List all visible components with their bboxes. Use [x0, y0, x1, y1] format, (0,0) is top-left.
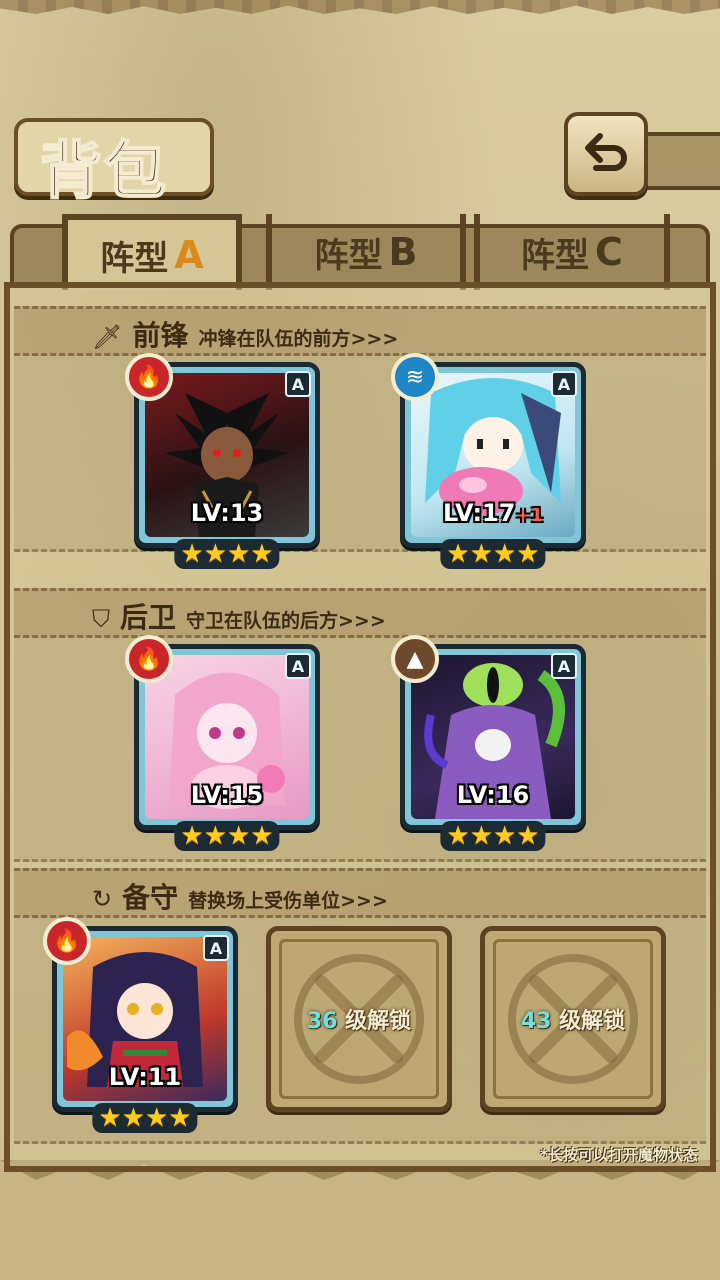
back-arrow-icon [585, 133, 627, 171]
star-rating: ★★★★ [440, 539, 546, 569]
tab-letter: B [388, 230, 418, 274]
shield-icon: ⛉ [92, 605, 110, 633]
unit-portrait: LV:13 [145, 373, 309, 537]
back-button-tail [640, 132, 720, 190]
unit-level: LV:13 [190, 499, 264, 527]
unit-portrait: LV:16 [411, 655, 575, 819]
tab-letter: A [174, 233, 204, 277]
rank-badge: A [285, 653, 311, 679]
star-rating: ★★★★ [92, 1103, 198, 1133]
unit-portrait: LV:11 [63, 937, 227, 1101]
section-title: 前锋 [132, 319, 189, 352]
unit-level: LV:11 [108, 1063, 182, 1091]
fire-element-icon: 🔥 [43, 917, 91, 965]
swap-icon: ↻ [92, 885, 113, 913]
fire-element-icon: 🔥 [125, 635, 173, 683]
section-desc: 守卫在队伍的后方>>> [186, 610, 386, 632]
tab-formation-b[interactable]: 阵型 B [266, 214, 466, 290]
tab-label: 阵型 [314, 235, 383, 276]
locked-slot[interactable]: 43 级解锁 [480, 926, 666, 1112]
unit-card[interactable]: ≋ A LV:17+1 ★★★★ [391, 353, 586, 569]
section-front-header: 🗡 前锋 冲锋在队伍的前方>>> [92, 314, 398, 354]
tab-formation-a[interactable]: 阵型 A [62, 214, 242, 290]
tab-label: 阵型 [100, 238, 169, 279]
earth-element-icon: ▲ [391, 635, 439, 683]
page-title: 背包 [39, 133, 169, 208]
sword-icon: 🗡 [92, 323, 123, 351]
rank-badge: A [203, 935, 229, 961]
section-desc: 替换场上受伤单位>>> [188, 890, 388, 912]
fire-element-icon: 🔥 [125, 353, 173, 401]
long-press-hint: *长按可以打开魔物状态 [540, 1146, 698, 1164]
star-rating: ★★★★ [440, 821, 546, 851]
tab-formation-c[interactable]: 阵型 C [474, 214, 670, 290]
unit-portrait: LV:15 [145, 655, 309, 819]
unit-card[interactable]: 🔥 A LV:15 ★★★★ [125, 635, 320, 851]
water-element-icon: ≋ [391, 353, 439, 401]
unit-level: LV:16 [456, 781, 530, 809]
locked-slot-inner: 43 级解锁 [493, 939, 653, 1099]
unlock-requirement: 43 级解锁 [520, 1009, 626, 1034]
unit-card[interactable]: 🔥 A LV:11 ★★★★ [43, 917, 238, 1133]
locked-slot[interactable]: 36 级解锁 [266, 926, 452, 1112]
section-title: 备守 [122, 881, 179, 914]
tab-letter: C [595, 230, 623, 274]
locked-slot-inner: 36 级解锁 [279, 939, 439, 1099]
unit-card[interactable]: ▲ A LV:16 ★★★★ [391, 635, 586, 851]
star-rating: ★★★★ [174, 539, 280, 569]
section-desc: 冲锋在队伍的前方>>> [198, 328, 399, 350]
unit-card[interactable]: 🔥 A LV:13 ★★★★ [125, 353, 320, 569]
unlock-requirement: 36 级解锁 [306, 1009, 412, 1034]
front-row [14, 356, 706, 552]
section-title: 后卫 [120, 601, 177, 634]
rank-badge: A [551, 371, 577, 397]
tab-label: 阵型 [521, 235, 590, 276]
rank-badge: A [551, 653, 577, 679]
unit-level: LV:17+1 [442, 499, 544, 527]
unit-portrait: LV:17+1 [411, 373, 575, 537]
section-rear-header: ⛉ 后卫 守卫在队伍的后方>>> [92, 596, 386, 636]
unit-level: LV:15 [190, 781, 264, 809]
star-rating: ★★★★ [174, 821, 280, 851]
back-button[interactable] [564, 112, 648, 196]
section-reserve-header: ↻ 备守 替换场上受伤单位>>> [92, 876, 388, 916]
rear-row [14, 638, 706, 862]
rank-badge: A [285, 371, 311, 397]
